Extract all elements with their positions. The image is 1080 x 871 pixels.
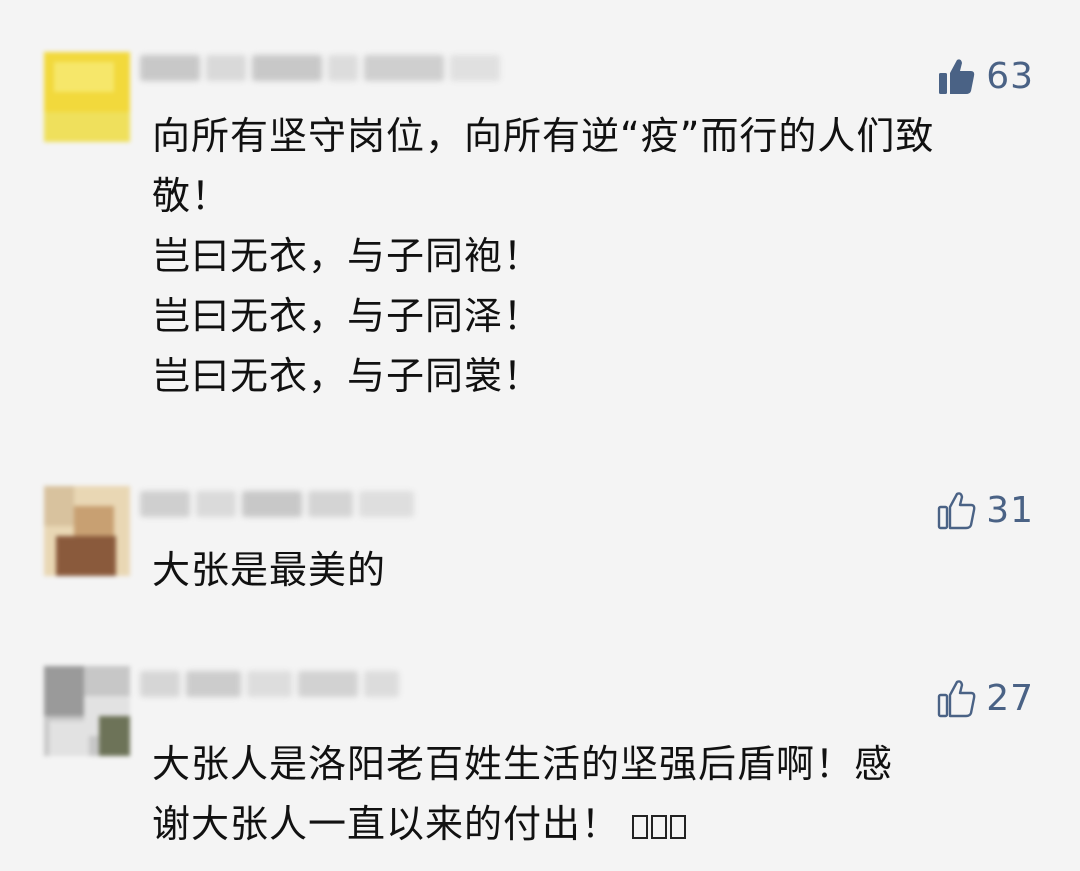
username-blurred[interactable] xyxy=(140,668,399,700)
thumbs-up-filled-icon xyxy=(936,56,978,98)
comment-line-with-emoji: 谢大张人一直以来的付出！ xyxy=(152,794,1040,854)
avatar[interactable] xyxy=(44,486,130,576)
comment-text: 大张人是洛阳老百姓生活的坚强后盾啊！感 谢大张人一直以来的付出！ xyxy=(152,734,1040,854)
like-button[interactable]: 31 xyxy=(936,490,1034,532)
comment-line: 大张是最美的 xyxy=(152,548,387,592)
comment-text: 向所有坚守岗位，向所有逆“疫”而行的人们致 敬！ 岂曰无衣，与子同袍！ 岂曰无衣… xyxy=(152,106,1040,406)
like-count: 31 xyxy=(986,490,1034,531)
comment-line: 向所有坚守岗位，向所有逆“疫”而行的人们致 xyxy=(152,114,935,158)
like-count: 27 xyxy=(986,678,1034,719)
like-button[interactable]: 63 xyxy=(936,56,1034,98)
like-button[interactable]: 27 xyxy=(936,678,1034,720)
thumbs-up-outline-icon xyxy=(936,490,978,532)
comment-line: 岂曰无衣，与子同袍！ xyxy=(152,234,543,278)
comment-text: 大张是最美的 xyxy=(152,540,1040,600)
emoji-group xyxy=(632,814,687,839)
comment-line: 大张人是洛阳老百姓生活的坚强后盾啊！感 xyxy=(152,742,894,786)
avatar[interactable] xyxy=(44,666,130,756)
comment-line: 岂曰无衣，与子同裳！ xyxy=(152,354,543,398)
thumbs-up-outline-icon xyxy=(936,678,978,720)
unknown-emoji-icon xyxy=(632,814,649,839)
username-blurred[interactable] xyxy=(140,52,500,84)
avatar[interactable] xyxy=(44,52,130,142)
unknown-emoji-icon xyxy=(670,814,687,839)
username-blurred[interactable] xyxy=(140,488,414,520)
comment-line: 岂曰无衣，与子同泽！ xyxy=(152,294,543,338)
unknown-emoji-icon xyxy=(651,814,668,839)
like-count: 63 xyxy=(986,56,1034,97)
comment-line: 谢大张人一直以来的付出！ xyxy=(152,802,621,846)
comment-line: 敬！ xyxy=(152,174,231,218)
